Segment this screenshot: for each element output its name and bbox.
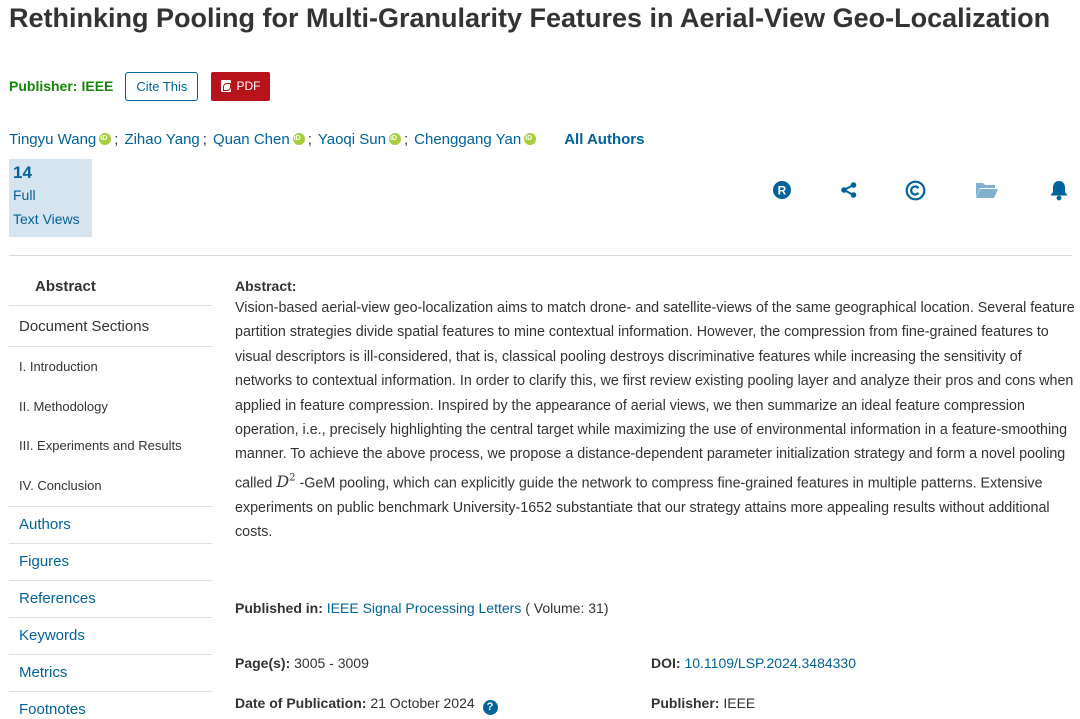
abstract-text-part2: -GeM pooling, which can explicitly guide… <box>235 475 1050 540</box>
all-authors-link[interactable]: All Authors <box>564 131 644 148</box>
sidebar-item-authors[interactable]: Authors <box>9 507 212 544</box>
article-toolbar: R <box>0 178 1080 202</box>
abstract-section: Abstract: Vision-based aerial-view geo-l… <box>235 277 1075 544</box>
abstract-text: Vision-based aerial-view geo-localizatio… <box>235 296 1075 544</box>
author-separator: ; <box>114 130 119 148</box>
folder-icon[interactable] <box>975 178 999 202</box>
published-in-label: Published in: <box>235 600 323 616</box>
article-title: Rethinking Pooling for Multi-Granularity… <box>9 3 1051 33</box>
sidebar-item-abstract[interactable]: Abstract <box>9 268 212 306</box>
author-link[interactable]: Zihao Yang <box>124 131 199 148</box>
author-link[interactable]: Chenggang Yan <box>414 131 521 148</box>
help-icon[interactable]: ? <box>482 700 498 715</box>
orcid-icon[interactable] <box>99 133 112 145</box>
rights-r-icon[interactable]: R <box>770 178 794 202</box>
author-list: Tingyu Wang ; Zihao Yang ; Quan Chen ; Y… <box>9 129 644 149</box>
pdf-file-icon <box>221 80 232 92</box>
header-divider <box>9 255 1072 256</box>
pages-row: Page(s): 3005 - 3009 <box>235 655 369 671</box>
date-label: Date of Publication: <box>235 695 367 711</box>
sidebar-item-experiments-and-results[interactable]: III. Experiments and Results <box>9 426 212 466</box>
abstract-text-part1: Vision-based aerial-view geo-localizatio… <box>235 300 1075 492</box>
sidebar-document-sections-heading: Document Sections <box>9 306 212 347</box>
author-link[interactable]: Yaoqi Sun <box>318 131 386 148</box>
publisher-label: Publisher: <box>9 78 78 94</box>
doi-link[interactable]: 10.1109/LSP.2024.3484330 <box>684 655 856 671</box>
pdf-button-label: PDF <box>236 78 261 93</box>
publisher-meta-value: IEEE <box>723 695 756 711</box>
sidebar-item-footnotes[interactable]: Footnotes <box>9 692 212 719</box>
orcid-icon[interactable] <box>524 133 537 145</box>
author-separator: ; <box>307 130 312 148</box>
author-separator: ; <box>403 130 409 148</box>
doi-label: DOI: <box>651 655 681 671</box>
publisher-row: Publisher: IEEE Cite This PDF <box>9 71 271 101</box>
pages-label: Page(s): <box>235 655 291 671</box>
orcid-icon[interactable] <box>388 133 401 145</box>
journal-volume: ( Volume: 31) <box>525 600 609 616</box>
pages-value: 3005 - 3009 <box>294 655 369 671</box>
date-value: 21 October 2024 <box>370 695 475 711</box>
author-link[interactable]: Tingyu Wang <box>9 131 96 148</box>
sidebar-item-conclusion[interactable]: IV. Conclusion <box>9 466 212 507</box>
sidebar-item-references[interactable]: References <box>9 581 212 618</box>
author-separator: ; <box>202 130 207 148</box>
author-link[interactable]: Quan Chen <box>213 131 290 148</box>
publisher-meta-label: Publisher: <box>651 695 720 711</box>
sidebar-item-metrics[interactable]: Metrics <box>9 655 212 692</box>
abstract-heading: Abstract: <box>235 278 297 294</box>
sidebar-item-keywords[interactable]: Keywords <box>9 618 212 655</box>
sidebar-item-introduction[interactable]: I. Introduction <box>9 347 212 387</box>
bell-icon[interactable] <box>1047 178 1071 202</box>
copyright-icon[interactable] <box>903 178 927 202</box>
sidebar-item-figures[interactable]: Figures <box>9 544 212 581</box>
published-in-row: Published in: IEEE Signal Processing Let… <box>235 600 608 616</box>
share-icon[interactable] <box>837 178 861 202</box>
publisher-meta-row: Publisher: IEEE <box>651 695 755 711</box>
sidebar-item-methodology[interactable]: II. Methodology <box>9 387 212 427</box>
publisher-value: IEEE <box>81 78 114 94</box>
journal-link[interactable]: IEEE Signal Processing Letters <box>327 600 522 616</box>
pdf-button[interactable]: PDF <box>211 71 271 101</box>
document-sidebar: Abstract Document Sections I. Introducti… <box>9 268 212 719</box>
math-d-squared: D2 <box>276 472 296 492</box>
svg-text:R: R <box>778 184 787 198</box>
orcid-icon[interactable] <box>292 133 305 145</box>
doi-row: DOI: 10.1109/LSP.2024.3484330 <box>651 655 856 671</box>
cite-this-button[interactable]: Cite This <box>125 71 199 101</box>
views-label-line2: Text Views <box>13 211 80 227</box>
date-of-publication-row: Date of Publication: 21 October 2024 ? <box>235 695 498 715</box>
